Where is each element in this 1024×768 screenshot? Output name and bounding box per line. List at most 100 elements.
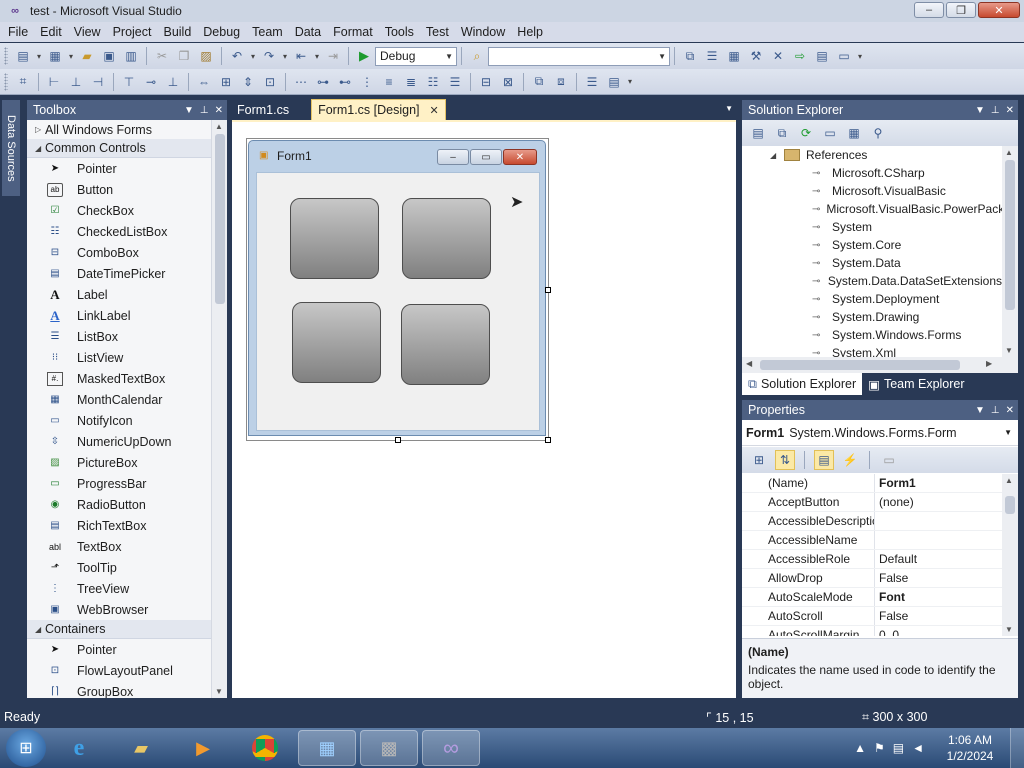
form-button-bottom-right[interactable] [401, 304, 490, 385]
events-icon[interactable]: ⚡ [840, 450, 860, 470]
window-position-dropdown-icon[interactable]: ▼ [975, 105, 985, 116]
toolbox-item-datetimepicker[interactable]: ▤ DateTimePicker [27, 263, 211, 284]
center-vertically-icon[interactable]: ⊠ [498, 72, 518, 92]
menu-build[interactable]: Build [157, 22, 197, 42]
menu-format[interactable]: Format [327, 22, 379, 42]
volume-icon[interactable]: ◄ [912, 741, 924, 755]
collapse-triangle-icon[interactable]: ◢ [35, 144, 45, 153]
toolbox-item-button[interactable]: ab Button [27, 179, 211, 200]
tab-form1-cs[interactable]: Form1.cs [231, 99, 295, 120]
pin-icon[interactable]: ⊥ [991, 405, 1000, 416]
toolbox-item-numericupdown[interactable]: ⇳ NumericUpDown [27, 431, 211, 452]
add-item-icon[interactable]: ▦ [45, 46, 65, 66]
menu-file[interactable]: File [2, 22, 34, 42]
align-to-grid-icon[interactable]: ⌗ [13, 72, 33, 92]
property-value[interactable] [875, 531, 879, 549]
toolbox-item-progressbar[interactable]: ▭ ProgressBar [27, 473, 211, 494]
window-position-dropdown-icon[interactable]: ▼ [184, 105, 194, 116]
remote-desktop-icon[interactable]: ▦ [298, 730, 356, 766]
extension-manager-icon[interactable]: ⇨ [790, 46, 810, 66]
scroll-up-icon[interactable]: ▲ [1005, 476, 1013, 485]
make-same-height-icon[interactable]: ⇕ [238, 72, 258, 92]
toolbox-item-label[interactable]: A Label [27, 284, 211, 305]
add-item-dropdown-icon[interactable]: ▾ [67, 46, 75, 66]
data-sources-tab[interactable]: Data Sources [2, 100, 20, 196]
navigate-forward-icon[interactable]: ⇥ [323, 46, 343, 66]
tab-form1-design[interactable]: Form1.cs [Design] ✕ [311, 99, 446, 120]
menu-window[interactable]: Window [455, 22, 511, 42]
make-same-width-icon[interactable]: ⇔ [194, 72, 214, 92]
view-code-icon[interactable]: ▭ [821, 123, 839, 143]
menu-test[interactable]: Test [420, 22, 455, 42]
menu-project[interactable]: Project [107, 22, 158, 42]
scrollbar-thumb[interactable] [215, 134, 225, 304]
vertical-spacing-remove-icon[interactable]: ☰ [445, 72, 465, 92]
start-page-icon[interactable]: ▤ [812, 46, 832, 66]
object-browser-icon[interactable]: ▦ [724, 46, 744, 66]
tools-icon[interactable]: ✕ [768, 46, 788, 66]
toolbox-item-notifyicon[interactable]: ▭ NotifyIcon [27, 410, 211, 431]
scrollbar-thumb[interactable] [1005, 496, 1015, 514]
new-project-dropdown-icon[interactable]: ▾ [35, 46, 43, 66]
tree-item-reference[interactable]: ⊸ Microsoft.VisualBasic [742, 182, 1002, 200]
paste-icon[interactable]: ▨ [196, 46, 216, 66]
toolbox-item-pointer[interactable]: ➤ Pointer [27, 639, 211, 660]
form-button-top-right[interactable] [402, 198, 491, 279]
scrollbar-thumb[interactable] [760, 360, 960, 370]
toolbox-item-linklabel[interactable]: A LinkLabel [27, 305, 211, 326]
center-horizontally-icon[interactable]: ⊟ [476, 72, 496, 92]
align-rights-icon[interactable]: ⊣ [88, 72, 108, 92]
find-combo[interactable]: ▼ [488, 46, 670, 66]
toolbox-item-treeview[interactable]: ⋮ TreeView [27, 578, 211, 599]
property-row-allowdrop[interactable]: AllowDrop False [742, 569, 1002, 588]
property-value[interactable] [875, 512, 879, 530]
toolbox-item-groupbox[interactable]: ⌈⌉ GroupBox [27, 681, 211, 699]
properties-object-select[interactable]: Form1 System.Windows.Forms.Form ▼ [742, 420, 1018, 446]
toolbox-category-all-windows-forms[interactable]: ▷ All Windows Forms [27, 120, 211, 139]
maximize-button[interactable]: ❐ [946, 2, 976, 18]
vertical-spacing-increase-icon[interactable]: ≣ [401, 72, 421, 92]
view-class-diagram-icon[interactable]: ⚲ [869, 123, 887, 143]
close-icon[interactable]: ✕ [1006, 105, 1014, 116]
align-middles-icon[interactable]: ⊸ [141, 72, 161, 92]
property-row-acceptbutton[interactable]: AcceptButton (none) [742, 493, 1002, 512]
property-row-accessiblename[interactable]: AccessibleName [742, 531, 1002, 550]
solution-configuration-select[interactable]: Debug ▼ [375, 46, 457, 66]
menu-data[interactable]: Data [289, 22, 327, 42]
align-centers-icon[interactable]: ⊥ [66, 72, 86, 92]
form-close-button[interactable]: ✕ [503, 149, 537, 165]
resize-handle-bottom[interactable] [395, 437, 401, 443]
categorized-icon[interactable]: ⊞ [749, 450, 769, 470]
toolbox-item-webbrowser[interactable]: ▣ WebBrowser [27, 599, 211, 620]
scroll-left-icon[interactable]: ◀ [746, 359, 752, 368]
close-tab-icon[interactable]: ✕ [430, 104, 439, 117]
toolbox-item-checkbox[interactable]: ☑ CheckBox [27, 200, 211, 221]
new-project-icon[interactable]: ▤ [13, 46, 33, 66]
tree-item-reference[interactable]: ⊸ System.Windows.Forms [742, 326, 1002, 344]
align-lefts-icon[interactable]: ⊢ [44, 72, 64, 92]
property-row-name[interactable]: (Name) Form1 [742, 474, 1002, 493]
tab-solution-explorer[interactable]: ⧉ Solution Explorer [742, 373, 863, 395]
minimize-button[interactable]: – [914, 2, 944, 18]
find-in-files-icon[interactable]: ⌕ [467, 46, 487, 66]
save-all-icon[interactable]: ▥ [121, 46, 141, 66]
property-value[interactable]: Form1 [875, 474, 916, 492]
property-value[interactable]: False [875, 569, 908, 587]
size-to-grid-icon[interactable]: ⊞ [216, 72, 236, 92]
toolbox-item-tooltip[interactable]: ⬏ ToolTip [27, 557, 211, 578]
form-button-top-left[interactable] [290, 198, 379, 279]
tree-item-reference[interactable]: ⊸ System.Core [742, 236, 1002, 254]
document-list-dropdown-icon[interactable]: ▼ [725, 104, 733, 113]
tree-item-reference[interactable]: ⊸ System.Xml [742, 344, 1002, 357]
show-all-files-icon[interactable]: ⧉ [773, 123, 791, 143]
navigate-dropdown-icon[interactable]: ▾ [313, 46, 321, 66]
toolbox-item-radiobutton[interactable]: ◉ RadioButton [27, 494, 211, 515]
close-icon[interactable]: ✕ [1006, 405, 1014, 416]
vertical-spacing-equal-icon[interactable]: ≡ [379, 72, 399, 92]
toolbox-item-listview[interactable]: ⁝⁝ ListView [27, 347, 211, 368]
tree-item-reference[interactable]: ⊸ System.Deployment [742, 290, 1002, 308]
layout-toolbar-dropdown-icon[interactable]: ▾ [626, 72, 634, 92]
toolbox-item-listbox[interactable]: ☰ ListBox [27, 326, 211, 347]
toolbox-item-richtextbox[interactable]: ▤ RichTextBox [27, 515, 211, 536]
properties-window-icon[interactable]: ☰ [702, 46, 722, 66]
